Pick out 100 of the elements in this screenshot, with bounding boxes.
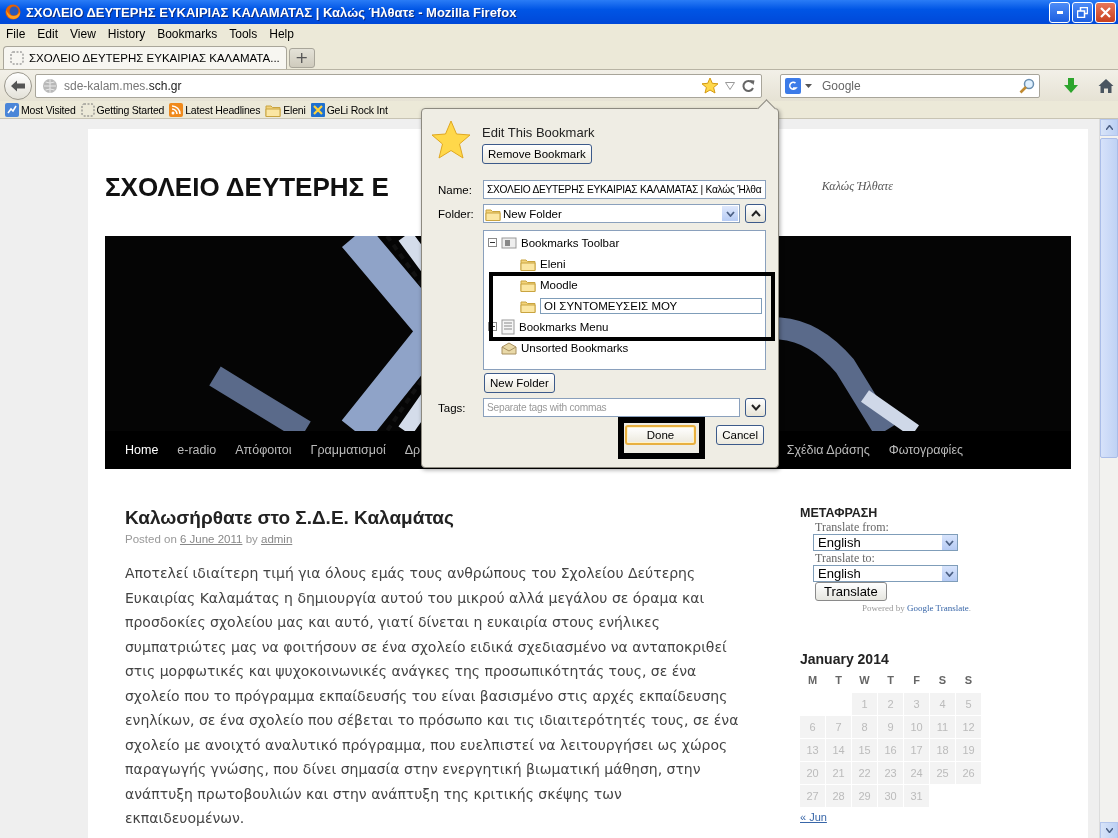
translate-button[interactable]: Translate [815, 582, 887, 601]
close-icon [1100, 6, 1111, 18]
calendar-day: 28 [826, 785, 851, 807]
restore-icon [1077, 6, 1088, 18]
address-field[interactable]: sde-kalam.mes.sch.gr [35, 73, 762, 98]
back-arrow-icon [10, 78, 26, 93]
bookmark-item[interactable]: GeLi Rock Int [307, 102, 390, 117]
menu-item[interactable]: Edit [32, 26, 66, 42]
rename-field[interactable]: ΟΙ ΣΥΝΤΟΜΕΥΣΕΙΣ ΜΟΥ [540, 297, 762, 314]
browser-tab[interactable]: ΣΧΟΛΕΙΟ ΔΕΥΤΕΡΗΣ ΕΥΚΑΙΡΙΑΣ ΚΑΛΑΜΑΤΑ... [3, 46, 287, 69]
google-icon [785, 77, 801, 94]
google-translate-link[interactable]: Google Translate [907, 603, 969, 613]
calendar-day: 23 [878, 762, 903, 784]
bookmark-star-icon[interactable] [701, 77, 719, 94]
dialog-button[interactable]: Cancel [716, 425, 764, 445]
dropdown-triangle-icon[interactable] [725, 81, 735, 90]
tray-icon [501, 340, 517, 355]
scroll-down-button[interactable] [1100, 822, 1118, 838]
menu-item[interactable]: History [102, 26, 153, 42]
minimize-icon [1056, 10, 1063, 14]
nav-link[interactable]: Φωτογραφίες [888, 443, 963, 457]
language-select[interactable]: English [813, 565, 958, 582]
weekday-label: T [886, 673, 895, 688]
folder-icon [485, 206, 501, 221]
page-icon [80, 102, 95, 117]
previous-month-link[interactable]: « Jun [800, 811, 827, 823]
menu-item[interactable]: View [65, 26, 103, 42]
scroll-up-button[interactable] [1100, 119, 1118, 136]
menu-item[interactable]: File [1, 26, 33, 42]
calendar-day: 13 [800, 739, 825, 761]
name-field[interactable]: ΣΧΟΛΕΙΟ ΔΕΥΤΕΡΗΣ ΕΥΚΑΙΡΙΑΣ ΚΑΛΑΜΑΤΑΣ | Καλώς Ήλθα [483, 180, 766, 199]
search-icon[interactable] [1019, 77, 1035, 94]
calendar-day: 24 [904, 762, 929, 784]
collapse-icon[interactable] [488, 238, 497, 247]
bookmark-item[interactable]: Latest Headlines [166, 102, 263, 117]
search-placeholder: Google [822, 78, 862, 93]
new-folder-button[interactable]: New Folder [484, 373, 555, 393]
scrollbar-thumb[interactable] [1100, 138, 1118, 458]
page-icon [10, 51, 24, 65]
tree-item[interactable]: Unsorted Bookmarks [521, 341, 629, 354]
tree-item[interactable]: Bookmarks Toolbar [521, 236, 620, 249]
back-button[interactable] [4, 71, 32, 100]
field-label: Folder: [438, 207, 475, 220]
tree-item[interactable]: Bookmarks Menu [519, 320, 609, 333]
author-link[interactable]: admin [261, 533, 293, 545]
feed-icon [169, 102, 184, 117]
field-label: Translate to: [815, 551, 876, 565]
nav-link[interactable]: Γραμματισμοί [310, 443, 386, 457]
nav-link[interactable]: Απόφοιτοι [235, 443, 292, 457]
nav-link[interactable]: Σχέδια Δράσης [786, 443, 870, 457]
nav-link[interactable]: e-radio [177, 443, 217, 457]
download-icon[interactable] [1064, 77, 1078, 94]
weekday-label: T [834, 673, 843, 688]
calendar-day: 30 [878, 785, 903, 807]
up-caret-icon [750, 210, 761, 217]
calendar-day: 31 [904, 785, 929, 807]
bookmark-item[interactable]: Eleni [262, 102, 308, 117]
dialog-button[interactable]: Done [624, 425, 697, 445]
folder-icon [265, 102, 282, 117]
window-title: ΣΧΟΛΕΙΟ ΔΕΥΤΕΡΗΣ ΕΥΚΑΙΡΙΑΣ ΚΑΛΑΜΑΤΑΣ | Καλώς Ήλθατε - Mozilla Firefox [26, 4, 517, 20]
menu-list-icon [501, 318, 515, 335]
folder-icon [520, 277, 536, 292]
tree-item[interactable]: Moodle [540, 278, 578, 291]
weekday-label: W [858, 673, 871, 688]
language-select[interactable]: English [813, 534, 958, 551]
tags-dropdown-button[interactable] [745, 398, 766, 417]
calendar-day: 27 [800, 785, 825, 807]
field-label: Tags: [438, 401, 467, 414]
menu-item[interactable]: Bookmarks [152, 26, 225, 42]
tree-item[interactable]: Eleni [540, 257, 566, 270]
menu-item[interactable]: Help [264, 26, 301, 42]
minimize-button[interactable] [1049, 1, 1070, 23]
close-button[interactable] [1095, 1, 1116, 23]
date-link[interactable]: 6 June 2011 [180, 533, 243, 545]
field-label: Name: [438, 183, 473, 196]
new-tab-button[interactable]: + [288, 48, 315, 68]
bookmark-item[interactable]: Most Visited [2, 102, 78, 117]
menu-item[interactable]: Tools [224, 26, 265, 42]
site-tagline: Καλώς Ήλθατε [821, 178, 893, 194]
folder-icon [520, 256, 536, 271]
app-icon [310, 102, 325, 117]
calendar-day: 17 [904, 739, 929, 761]
calendar-day: 18 [930, 739, 955, 761]
globe-icon [42, 77, 58, 94]
expand-icon[interactable] [488, 322, 497, 331]
post-meta: Posted on 6 June 2011 by admin [125, 533, 294, 545]
collapse-button[interactable] [745, 204, 766, 223]
star-icon [430, 119, 472, 161]
nav-link[interactable]: Home [125, 443, 159, 457]
folder-select[interactable]: New Folder [483, 204, 740, 223]
calendar-day: 3 [904, 693, 929, 715]
nav-link[interactable]: Δρ [404, 443, 421, 457]
restore-button[interactable] [1072, 1, 1093, 23]
bookmark-item[interactable]: Getting Started [77, 102, 167, 117]
remove-bookmark-button[interactable]: Remove Bookmark [482, 144, 592, 164]
weekday-label: S [963, 673, 974, 688]
home-icon[interactable] [1098, 77, 1114, 94]
calendar-day: 8 [852, 716, 877, 738]
reload-icon[interactable] [741, 78, 755, 93]
search-field[interactable]: Google [780, 73, 1040, 98]
